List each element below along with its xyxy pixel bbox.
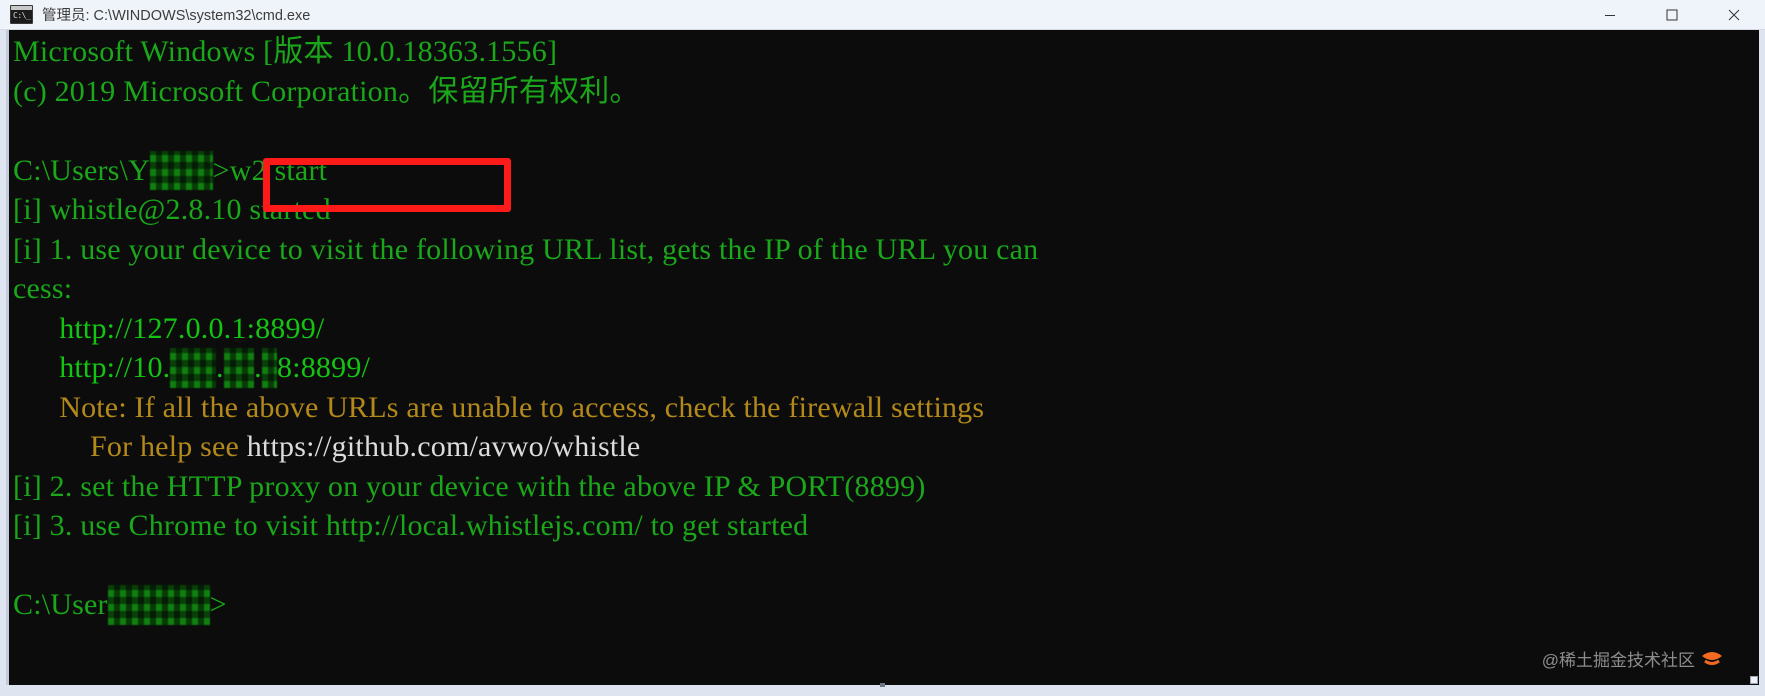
- redacted-text: 6: [261, 348, 277, 388]
- console-text: Microsoft Windows [版本 10.0.18363.1556] (c…: [9, 30, 1759, 625]
- title-bar-left: C:\_ 管理员: C:\WINDOWS\system32\cmd.exe: [0, 0, 1579, 30]
- window-title: 管理员: C:\WINDOWS\system32\cmd.exe: [42, 8, 311, 24]
- console-text-segment: http://10.: [13, 351, 171, 384]
- console-text-segment: Note: If all the above URLs are unable t…: [13, 390, 985, 424]
- console-text-segment: http://127.0.0.1:8899/: [13, 311, 325, 345]
- console-line: (c) 2019 Microsoft Corporation。保留所有权利。: [13, 72, 1759, 112]
- console-text-segment: .: [215, 351, 224, 384]
- minimize-icon: [1605, 14, 1615, 16]
- maximize-icon: [1666, 9, 1678, 20]
- console-text-segment: Microsoft Windows [版本 10.0.18363.1556]: [13, 35, 558, 68]
- console-text-segment: >w2 start: [212, 153, 328, 187]
- console-text-segment: 8:8899/: [277, 351, 371, 384]
- console-line: C:\Users\Yelwri>w2 start: [13, 150, 1759, 190]
- close-icon: [1728, 9, 1740, 20]
- maximize-button[interactable]: [1641, 0, 1703, 30]
- console-text-segment: [i] 2. set the HTTP proxy on your device…: [13, 469, 926, 503]
- console-line: cess:: [13, 269, 1759, 309]
- redacted-text: 91: [223, 348, 255, 388]
- watermark: @稀土掘金技术社区: [1542, 646, 1725, 671]
- resize-handle[interactable]: [1750, 676, 1758, 684]
- console-text-segment: >: [209, 588, 227, 621]
- title-bar[interactable]: C:\_ 管理员: C:\WINDOWS\system32\cmd.exe: [0, 0, 1765, 30]
- close-button[interactable]: [1703, 0, 1765, 30]
- console-text-segment: .: [254, 351, 262, 384]
- console-text-segment: [i] 3. use Chrome to visit http://local.…: [13, 509, 809, 542]
- console-text-segment: (c) 2019 Microsoft Corporation。保留所有权利。: [13, 74, 640, 108]
- console-line: [i] 2. set the HTTP proxy on your device…: [13, 467, 1759, 507]
- console-text-segment: C:\Users\Y: [13, 153, 150, 187]
- console-line: [i] 3. use Chrome to visit http://local.…: [13, 506, 1759, 546]
- console-text-segment: For help see: [13, 430, 247, 463]
- cmd-icon: C:\_: [10, 5, 33, 24]
- console-line: C:\Users\Yelwri>: [13, 585, 1759, 625]
- console-text-segment: cess:: [13, 272, 73, 305]
- window-controls: [1579, 0, 1765, 30]
- console-line: [i] 1. use your device to visit the foll…: [13, 230, 1759, 270]
- redacted-text: elwri: [150, 150, 213, 190]
- console-line: [i] whistle@2.8.10 started: [13, 190, 1759, 230]
- redacted-text: s\Yelwri: [107, 585, 210, 625]
- console-line: Note: If all the above URLs are unable t…: [13, 388, 1759, 428]
- console-line: For help see https://github.com/avwo/whi…: [13, 427, 1759, 467]
- redacted-text: 150: [170, 348, 216, 388]
- console-text-segment: https://github.com/avwo/whistle: [246, 430, 641, 463]
- cmd-icon-glyph: C:\_: [13, 11, 31, 20]
- console-text-segment: C:\User: [13, 588, 108, 621]
- console-line: Microsoft Windows [版本 10.0.18363.1556]: [13, 32, 1759, 72]
- juejin-logo: [1699, 647, 1725, 671]
- console-text-segment: [i] whistle@2.8.10 started: [13, 193, 331, 226]
- console-output-area[interactable]: Microsoft Windows [版本 10.0.18363.1556] (c…: [6, 30, 1759, 685]
- console-line: http://127.0.0.1:8899/: [13, 309, 1759, 349]
- watermark-text: @稀土掘金技术社区: [1541, 651, 1695, 670]
- console-line: http://10.150.91.68:8899/: [13, 348, 1759, 388]
- console-text-segment: [i] 1. use your device to visit the foll…: [13, 232, 1039, 266]
- scrollbar-tick: [880, 683, 885, 687]
- minimize-button[interactable]: [1579, 0, 1641, 30]
- cmd-window: C:\_ 管理员: C:\WINDOWS\system32\cmd.exe Mi…: [0, 0, 1765, 696]
